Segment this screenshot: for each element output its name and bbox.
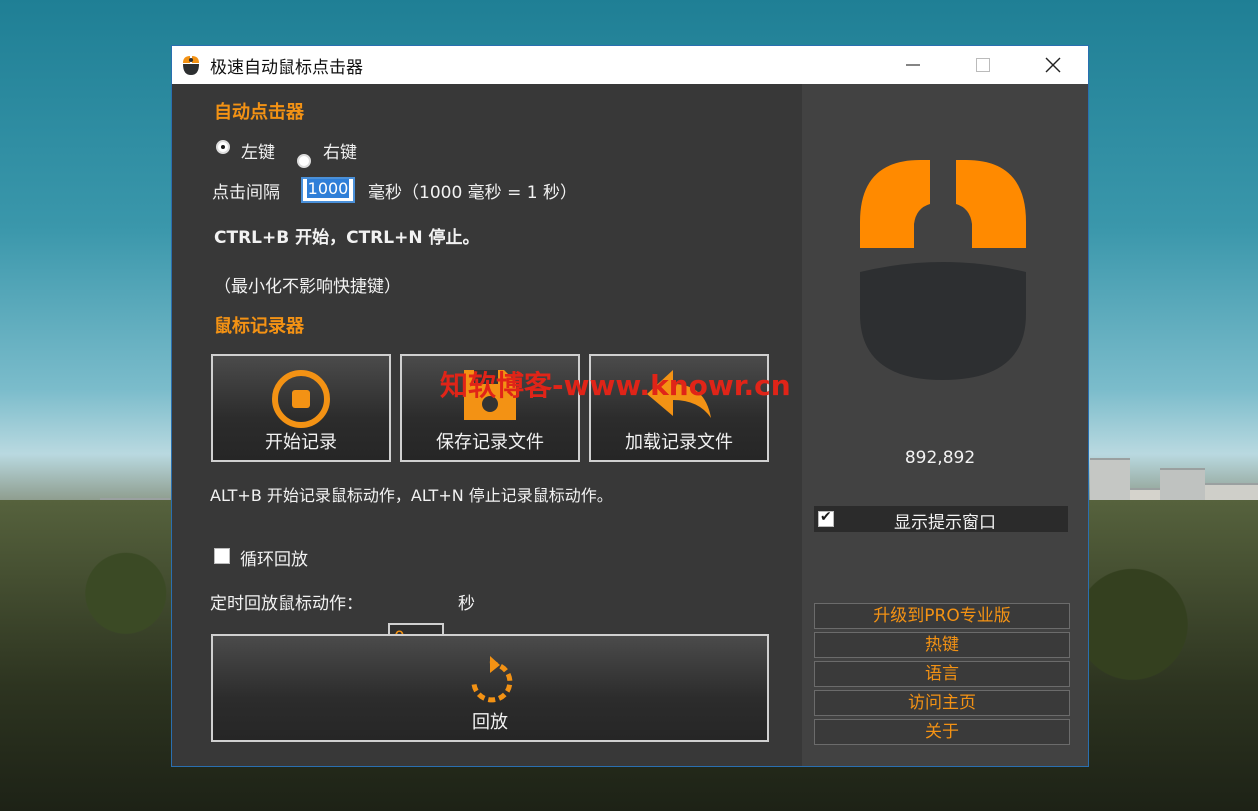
interval-input[interactable]: 1000 [301,177,355,203]
loop-playback-label[interactable]: 循环回放 [240,545,308,570]
close-icon [1045,57,1061,73]
watermark-text: 知软博客-www.knowr.cn [440,369,791,402]
about-button[interactable]: 关于 [814,719,1070,745]
close-button[interactable] [1018,46,1088,84]
cursor-coordinates: 892,892 [904,448,976,468]
homepage-button[interactable]: 访问主页 [814,690,1070,716]
playback-label: 回放 [472,712,508,733]
show-tip-label[interactable]: 显示提示窗口 [894,508,996,533]
show-tip-checkbox[interactable] [818,509,834,527]
playback-button[interactable]: 回放 [211,634,769,742]
timer-label: 定时回放鼠标动作： [210,594,363,614]
interval-label: 点击间隔 [212,183,280,203]
right-button-radio[interactable] [297,154,311,168]
load-record-label: 加载记录文件 [625,432,733,453]
minimize-icon [906,64,920,66]
minimize-note: （最小化不影响快捷键） [214,277,401,297]
replay-icon [471,656,513,703]
clicker-hotkey-note: CTRL+B 开始，CTRL+N 停止。 [214,228,480,248]
record-icon [272,370,330,428]
right-button-label[interactable]: 右键 [323,138,357,163]
save-record-label: 保存记录文件 [436,432,544,453]
timer-unit: 秒 [458,594,475,614]
title-bar[interactable]: 极速自动鼠标点击器 [172,46,1088,84]
maximize-button[interactable] [948,46,1018,84]
side-panel: 892,892 显示提示窗口 升级到PRO专业版 热键 语言 访问主页 关于 [802,84,1088,766]
left-button-label[interactable]: 左键 [241,138,275,163]
language-button[interactable]: 语言 [814,661,1070,687]
recorder-hotkey-note: ALT+B 开始记录鼠标动作，ALT+N 停止记录鼠标动作。 [210,486,613,505]
window-title: 极速自动鼠标点击器 [210,57,363,78]
interval-unit-note: 毫秒（1000 毫秒 = 1 秒） [368,183,577,203]
mouse-logo-icon [860,154,1026,380]
interval-value: 1000 [306,179,350,198]
app-window: 极速自动鼠标点击器 自动点击器 左键 右键 点击间隔 1000 毫秒（1000 … [172,46,1088,766]
auto-clicker-title: 自动点击器 [214,102,304,123]
maximize-icon [976,58,990,72]
hotkeys-button[interactable]: 热键 [814,632,1070,658]
minimize-button[interactable] [878,46,948,84]
show-tip-row[interactable]: 显示提示窗口 [814,506,1068,533]
mouse-app-icon [183,56,199,75]
recorder-title: 鼠标记录器 [214,316,304,337]
upgrade-pro-button[interactable]: 升级到PRO专业版 [814,603,1070,629]
left-button-radio[interactable] [216,140,230,154]
main-panel: 自动点击器 左键 右键 点击间隔 1000 毫秒（1000 毫秒 = 1 秒） … [172,84,802,766]
start-record-button[interactable]: 开始记录 [211,354,391,462]
start-record-label: 开始记录 [265,432,337,453]
loop-playback-checkbox[interactable] [214,548,230,564]
